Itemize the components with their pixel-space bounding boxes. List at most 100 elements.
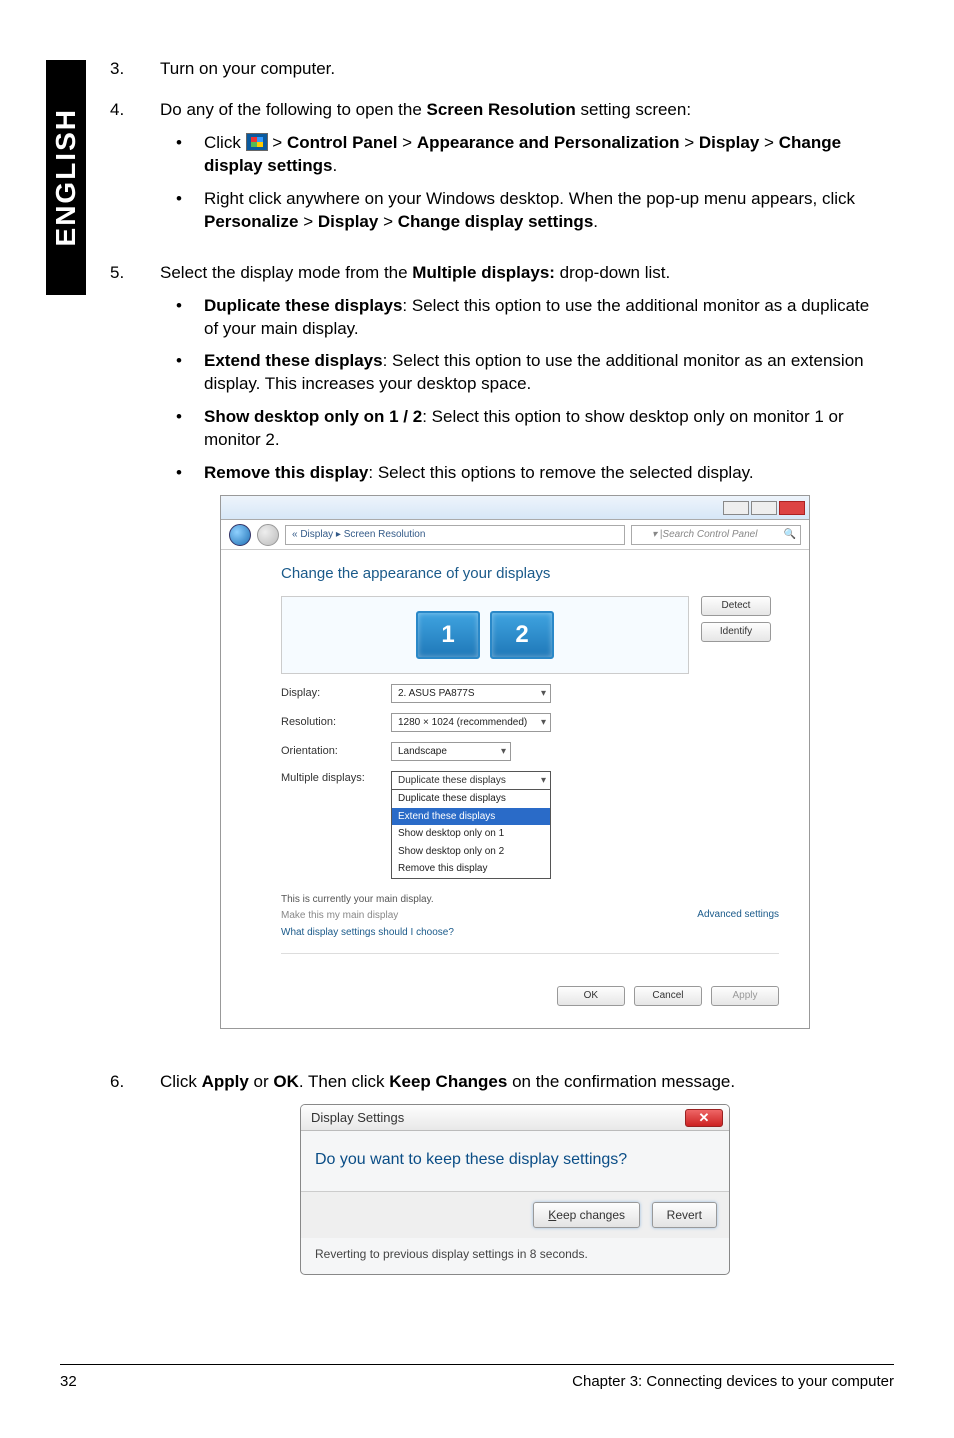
s4-b1-dot: .	[332, 156, 337, 175]
s6-apply: Apply	[202, 1072, 249, 1091]
s5-i4-t: Remove this display	[204, 463, 368, 482]
s4-b2-c: Change display settings	[398, 212, 594, 231]
s5-a: Select the display mode from the	[160, 263, 412, 282]
identify-button[interactable]: Identify	[701, 622, 771, 642]
option-only-2[interactable]: Show desktop only on 2	[392, 843, 550, 861]
s5-i3-t: Show desktop only on 1 / 2	[204, 407, 422, 426]
search-input[interactable]: ▾ | Search Control Panel	[631, 525, 801, 545]
s4-b2-a: Right click anywhere on your Windows des…	[204, 189, 855, 208]
resolution-dropdown[interactable]: 1280 × 1024 (recommended)	[391, 713, 551, 732]
cancel-button[interactable]: Cancel	[634, 986, 702, 1006]
multiple-displays-label: Multiple displays:	[281, 771, 391, 786]
advanced-settings-link[interactable]: Advanced settings	[697, 908, 779, 922]
s4-b2-d: Display	[318, 212, 378, 231]
step-4-number: 4.	[110, 99, 160, 244]
bullet-icon: •	[160, 295, 204, 341]
orientation-dropdown[interactable]: Landscape	[391, 742, 511, 761]
step-6-number: 6.	[110, 1071, 160, 1275]
orientation-label: Orientation:	[281, 744, 391, 759]
step-4-intro-a: Do any of the following to open the	[160, 100, 427, 119]
close-button[interactable]	[779, 501, 805, 515]
s6-b: . Then click	[299, 1072, 389, 1091]
make-main-text: Make this my main display	[281, 909, 454, 923]
bullet-icon: •	[160, 462, 204, 485]
minimize-button[interactable]	[723, 501, 749, 515]
s4-b1-a: Click	[204, 133, 246, 152]
start-icon	[246, 133, 268, 151]
step-4-intro-b: setting screen:	[576, 100, 691, 119]
s4-b1-disp: Display	[699, 133, 759, 152]
step-3-text: Turn on your computer.	[160, 58, 870, 81]
forward-button[interactable]	[257, 524, 279, 546]
bullet-icon: •	[160, 132, 204, 178]
s5-i2-t: Extend these displays	[204, 351, 383, 370]
ok-button[interactable]: OK	[557, 986, 625, 1006]
s4-b2-g1: >	[299, 212, 318, 231]
page-footer: 32 Chapter 3: Connecting devices to your…	[60, 1364, 894, 1390]
dialog-message: Do you want to keep these display settin…	[301, 1131, 729, 1191]
revert-button[interactable]: Revert	[652, 1202, 717, 1228]
language-tab: ENGLISH	[46, 60, 86, 295]
s4-b2-dot: .	[593, 212, 598, 231]
bullet-icon: •	[160, 406, 204, 452]
resolution-label: Resolution:	[281, 715, 391, 730]
multiple-displays-options: Duplicate these displays Extend these di…	[391, 789, 551, 879]
step-4-intro-bold: Screen Resolution	[427, 100, 576, 119]
apply-button[interactable]: Apply	[711, 986, 779, 1006]
dialog-footer-text: Reverting to previous display settings i…	[301, 1238, 729, 1274]
s5-i4-r: : Select this options to remove the sele…	[368, 463, 753, 482]
s4-b1-g1: >	[397, 133, 416, 152]
search-placeholder: Search Control Panel	[662, 528, 757, 542]
s5-bold: Multiple displays:	[412, 263, 555, 282]
back-button[interactable]	[229, 524, 251, 546]
close-icon[interactable]: ✕	[685, 1109, 723, 1127]
s4-b2-g2: >	[378, 212, 397, 231]
option-only-1[interactable]: Show desktop only on 1	[392, 825, 550, 843]
maximize-button[interactable]	[751, 501, 777, 515]
display-dropdown[interactable]: 2. ASUS PA877S	[391, 684, 551, 703]
s6-ok: OK	[273, 1072, 299, 1091]
monitor-2[interactable]: 2	[490, 611, 554, 659]
option-duplicate[interactable]: Duplicate these displays	[392, 790, 550, 808]
search-caret: ▾ |	[652, 528, 662, 542]
chapter-title: Chapter 3: Connecting devices to your co…	[572, 1373, 894, 1390]
step-5-number: 5.	[110, 262, 160, 1054]
dialog-heading: Change the appearance of your displays	[281, 564, 779, 584]
s6-a: Click	[160, 1072, 202, 1091]
step-3-number: 3.	[110, 58, 160, 81]
monitor-1[interactable]: 1	[416, 611, 480, 659]
nav-row: « Display ▸ Screen Resolution ▾ | Search…	[221, 520, 809, 550]
detect-button[interactable]: Detect	[701, 596, 771, 616]
s6-c: on the confirmation message.	[507, 1072, 735, 1091]
breadcrumb[interactable]: « Display ▸ Screen Resolution	[285, 525, 625, 545]
dialog-title: Display Settings	[311, 1109, 404, 1127]
option-remove[interactable]: Remove this display	[392, 860, 550, 878]
display-label: Display:	[281, 686, 391, 701]
bullet-icon: •	[160, 188, 204, 234]
page-number: 32	[60, 1373, 77, 1390]
keep-underline: K	[548, 1208, 556, 1222]
s6-kc: Keep Changes	[389, 1072, 507, 1091]
s4-b1-ap: Appearance and Personalization	[417, 133, 680, 152]
s6-or: or	[249, 1072, 274, 1091]
s4-b1-b: >	[268, 133, 287, 152]
dialog-titlebar: Display Settings ✕	[301, 1105, 729, 1131]
option-extend[interactable]: Extend these displays	[392, 808, 550, 826]
s4-b1-g2: >	[679, 133, 698, 152]
monitor-preview[interactable]: 1 2	[281, 596, 689, 674]
screen-resolution-window: « Display ▸ Screen Resolution ▾ | Search…	[220, 495, 810, 1029]
page-content: 3. Turn on your computer. 4. Do any of t…	[110, 58, 870, 1293]
keep-changes-button[interactable]: Keep changes	[533, 1202, 640, 1228]
currently-main-text: This is currently your main display.	[281, 893, 454, 907]
s4-b1-cp: Control Panel	[287, 133, 398, 152]
bullet-icon: •	[160, 350, 204, 396]
window-titlebar	[221, 496, 809, 520]
what-settings-link[interactable]: What display settings should I choose?	[281, 927, 454, 938]
s4-b1-g3: >	[759, 133, 778, 152]
multiple-displays-dropdown[interactable]: Duplicate these displays	[391, 771, 551, 790]
s4-b2-p: Personalize	[204, 212, 299, 231]
s5-b: drop-down list.	[555, 263, 670, 282]
language-tab-label: ENGLISH	[50, 108, 82, 246]
display-settings-dialog: Display Settings ✕ Do you want to keep t…	[300, 1104, 730, 1275]
s5-i1-t: Duplicate these displays	[204, 296, 402, 315]
